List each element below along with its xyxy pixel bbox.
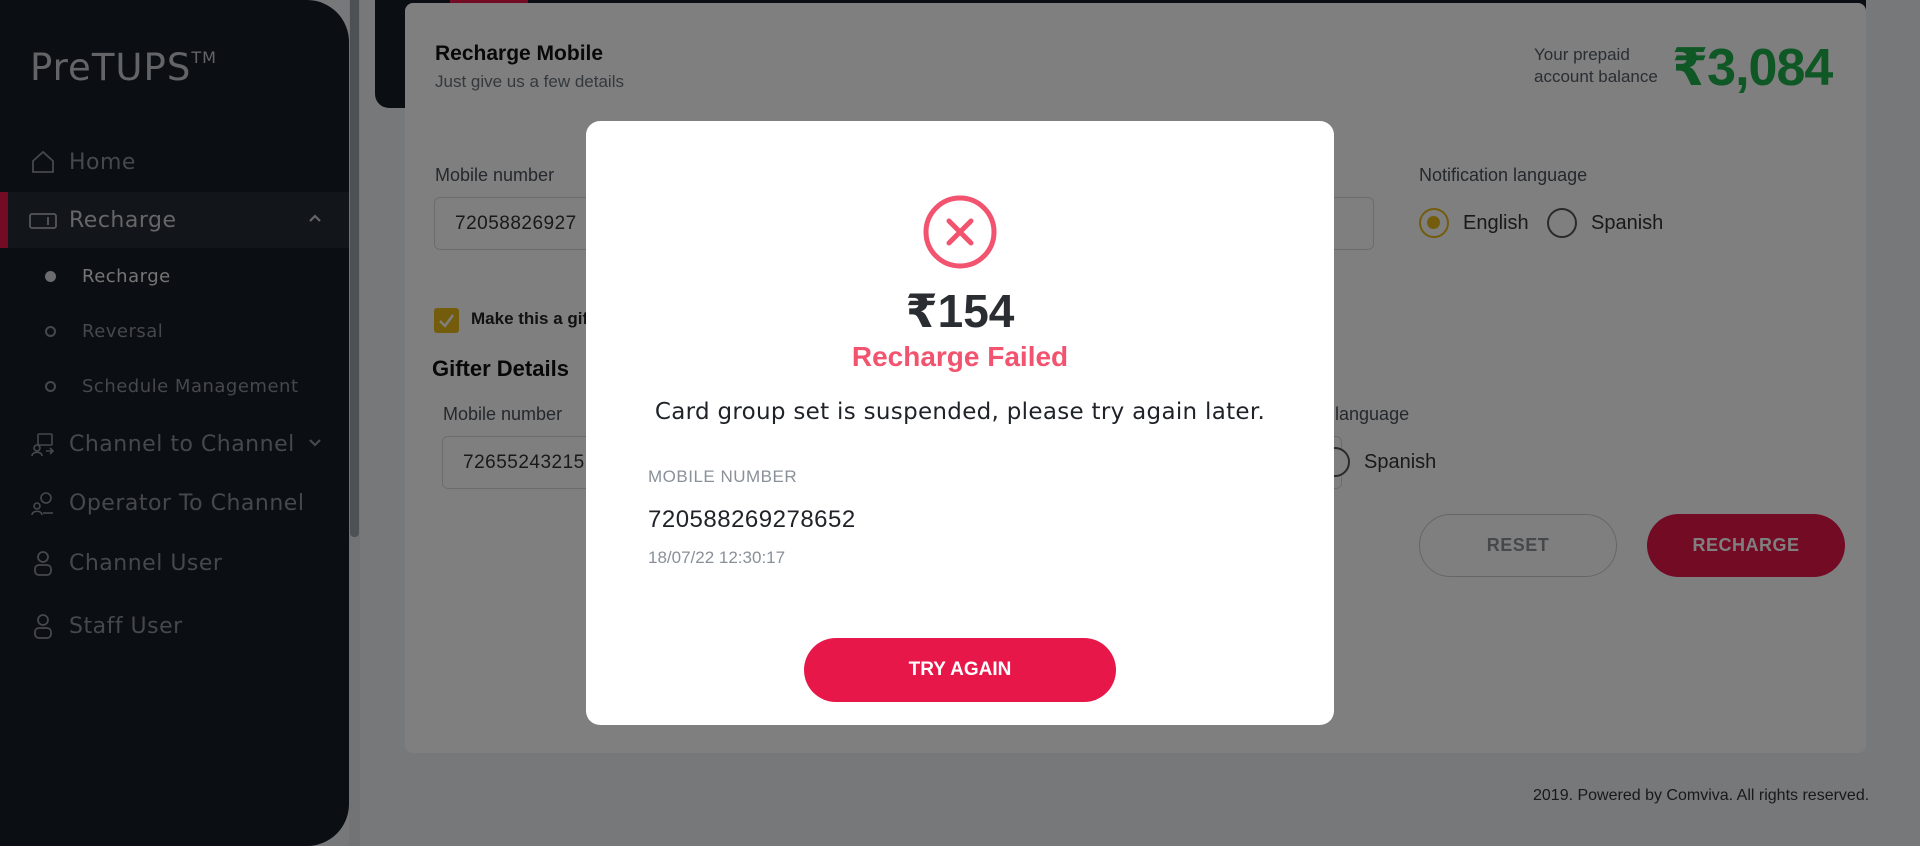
timestamp: 18/07/22 12:30:17 (648, 548, 786, 567)
recharge-status: Recharge Failed (851, 341, 1069, 372)
try-again-button[interactable]: TRY AGAIN (804, 638, 1116, 702)
error-message: Card group set is suspended, please try … (654, 399, 1266, 425)
recharge-failed-dialog: ₹154 Recharge Failed Card group set is s… (586, 121, 1334, 725)
mobile-number-value: 720588269278652 (648, 506, 856, 533)
recharge-amount: ₹154 (905, 285, 1015, 337)
error-x-icon (923, 195, 997, 269)
mobile-number-caption: MOBILE NUMBER (648, 467, 798, 486)
